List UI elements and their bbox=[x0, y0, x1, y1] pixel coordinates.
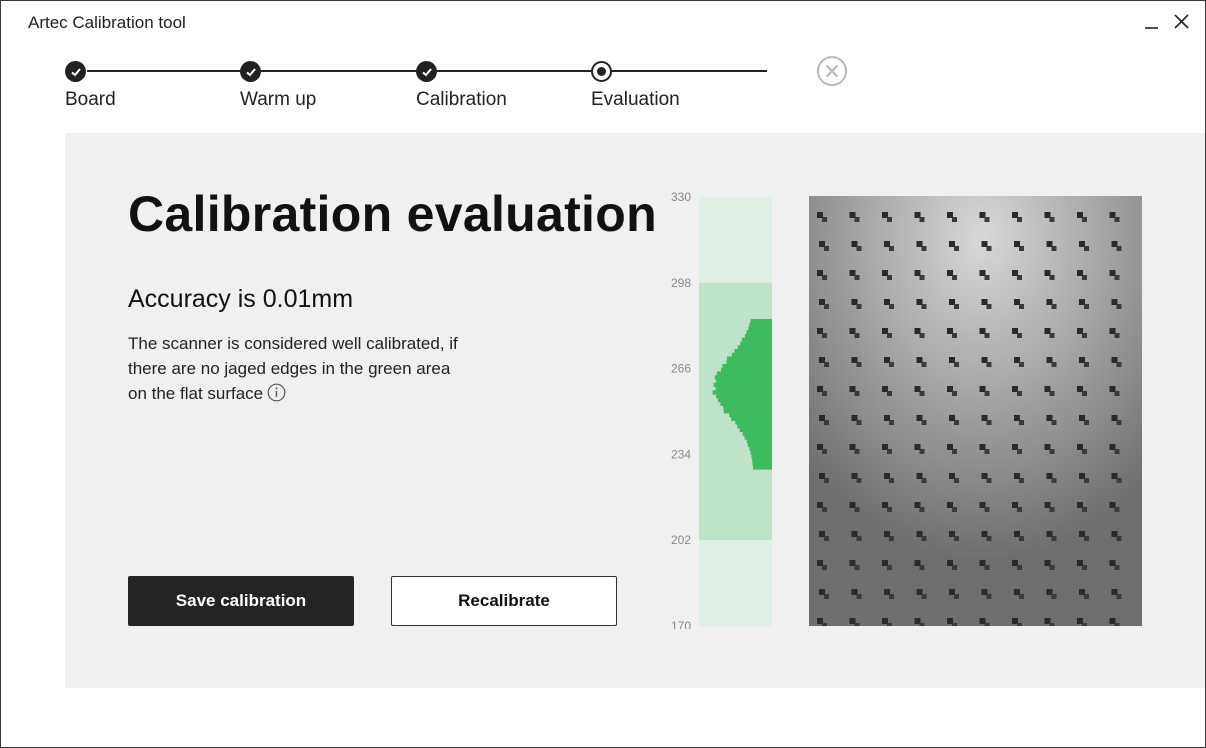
step-board-check-icon bbox=[65, 61, 86, 82]
accuracy-value: Accuracy is 0.01mm bbox=[128, 285, 354, 313]
axis-tick-label: 298 bbox=[671, 276, 691, 290]
histogram-bar bbox=[723, 409, 772, 414]
info-icon[interactable] bbox=[267, 383, 286, 409]
histogram-bar bbox=[716, 371, 772, 376]
minimize-button[interactable] bbox=[1139, 9, 1165, 35]
histogram-bar bbox=[715, 386, 772, 391]
histogram-bar bbox=[722, 364, 772, 369]
step-evaluation-current-icon bbox=[591, 61, 612, 82]
step-label-board: Board bbox=[65, 89, 116, 110]
axis-tick-label: 202 bbox=[671, 533, 691, 547]
histogram-bar bbox=[749, 446, 772, 451]
evaluation-panel: Calibration evaluation Accuracy is 0.01m… bbox=[65, 133, 1205, 688]
histogram-bar bbox=[729, 412, 772, 418]
step-connector bbox=[87, 70, 241, 72]
step-label-warm-up: Warm up bbox=[240, 89, 317, 110]
cancel-circle-icon bbox=[817, 56, 847, 86]
histogram-bar bbox=[753, 465, 772, 470]
histogram-bar bbox=[739, 427, 772, 433]
step-connector bbox=[261, 70, 417, 72]
histogram-bar bbox=[750, 319, 772, 324]
photo-background bbox=[809, 196, 1142, 626]
progress-stepper: Board Warm up Calibration Evaluation bbox=[1, 1, 901, 121]
histogram-bar bbox=[716, 394, 772, 399]
histogram-bar bbox=[735, 420, 772, 425]
histogram-bar bbox=[742, 431, 772, 436]
board-photo-canvas bbox=[809, 196, 1142, 626]
step-connector bbox=[612, 70, 767, 72]
axis-tick-label: 234 bbox=[671, 447, 691, 461]
depth-histogram: 330 298 266 234 202 170 bbox=[671, 190, 772, 629]
close-window-button[interactable] bbox=[1169, 9, 1195, 35]
step-warmup-check-icon bbox=[240, 61, 261, 82]
close-icon bbox=[1174, 14, 1189, 29]
histogram-bar bbox=[712, 390, 772, 395]
calibration-board-image bbox=[809, 196, 1142, 626]
histogram-bar bbox=[749, 322, 772, 328]
histogram-bar bbox=[744, 435, 772, 440]
histogram-bar bbox=[718, 397, 772, 403]
app-window: Artec Calibration tool Board Warm up Cal… bbox=[0, 0, 1206, 748]
save-calibration-button[interactable]: Save calibration bbox=[128, 576, 354, 626]
histogram-bar bbox=[714, 375, 772, 380]
histogram-bar bbox=[740, 341, 772, 346]
histogram-bar bbox=[720, 367, 772, 373]
description-text: The scanner is considered well calibrate… bbox=[128, 334, 458, 403]
histogram-bar bbox=[741, 337, 772, 343]
histogram-bar bbox=[713, 382, 772, 388]
step-connector bbox=[437, 70, 593, 72]
histogram-bar bbox=[727, 356, 772, 361]
axis-tick-label: 170 bbox=[671, 619, 691, 629]
recalibrate-button[interactable]: Recalibrate bbox=[391, 576, 617, 626]
histogram-bar bbox=[748, 326, 772, 331]
histogram-bar bbox=[737, 424, 772, 429]
histogram-bar bbox=[716, 379, 772, 384]
histogram-bar bbox=[747, 442, 772, 448]
histogram-bar bbox=[752, 461, 772, 466]
histogram-bar bbox=[720, 401, 772, 406]
histogram-bar bbox=[731, 416, 772, 421]
histogram-bar bbox=[750, 450, 772, 455]
histogram-bar bbox=[746, 439, 772, 444]
histogram-bar bbox=[723, 405, 772, 410]
histogram-bar bbox=[752, 457, 772, 463]
axis-tick-label: 330 bbox=[671, 190, 691, 204]
histogram-bar bbox=[726, 360, 772, 365]
cancel-button[interactable] bbox=[816, 55, 848, 92]
histogram-bar bbox=[744, 334, 772, 339]
minimize-icon bbox=[1145, 27, 1158, 29]
histogram-bar bbox=[731, 352, 772, 358]
step-label-calibration: Calibration bbox=[416, 89, 507, 110]
axis-tick-label: 266 bbox=[671, 362, 691, 376]
description: The scanner is considered well calibrate… bbox=[128, 331, 458, 409]
histogram-bar bbox=[737, 345, 772, 350]
page-title: Calibration evaluation bbox=[128, 186, 657, 242]
step-calibration-check-icon bbox=[416, 61, 437, 82]
step-label-evaluation: Evaluation bbox=[591, 89, 680, 110]
histogram-bar bbox=[751, 454, 772, 459]
histogram-bar bbox=[746, 330, 772, 335]
histogram-bar bbox=[734, 349, 772, 354]
